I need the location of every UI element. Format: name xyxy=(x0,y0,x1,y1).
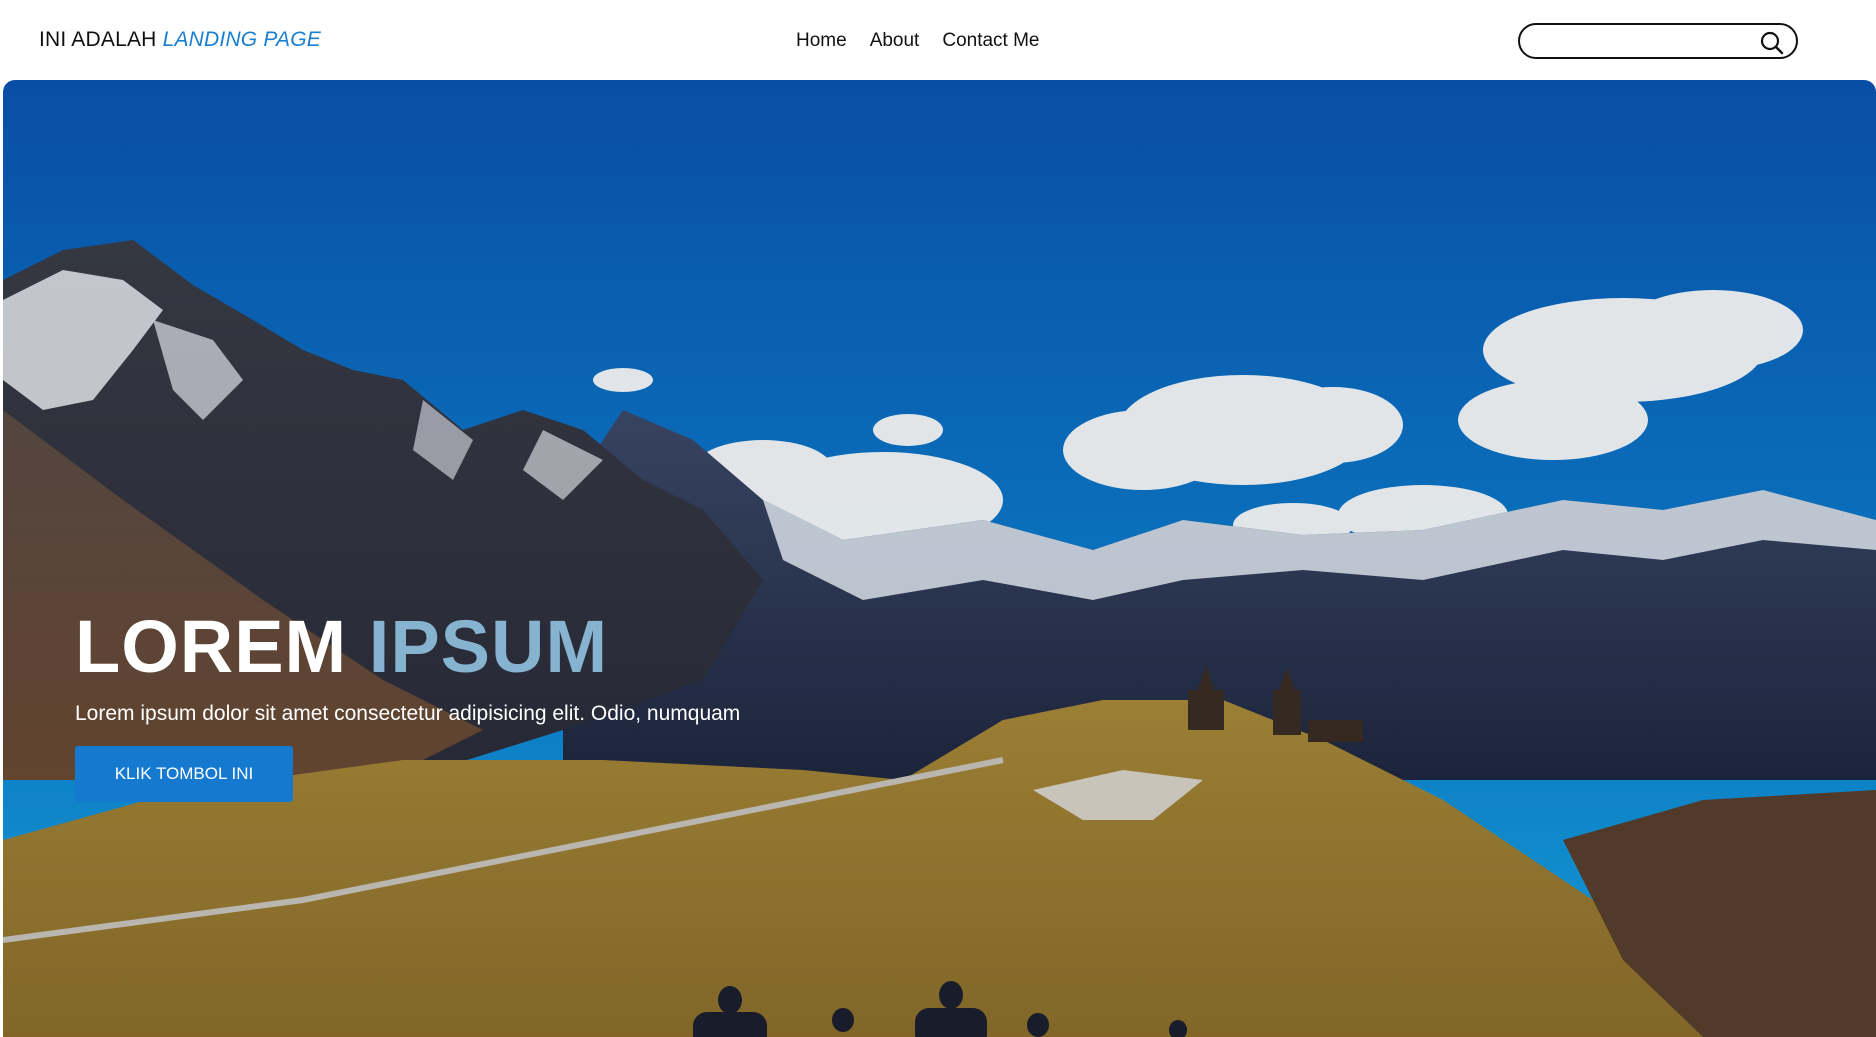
hero-subtitle: Lorem ipsum dolor sit amet consectetur a… xyxy=(75,702,741,725)
hero-title-word-2: IPSUM xyxy=(368,605,609,688)
cta-button[interactable]: KLIK TOMBOL INI xyxy=(75,746,293,802)
hero-title-word-1: LOREM xyxy=(75,605,348,688)
navbar: INI ADALAH LANDING PAGE Home About Conta… xyxy=(0,0,1876,80)
brand-logo[interactable]: INI ADALAH LANDING PAGE xyxy=(39,28,321,52)
hero-background-image xyxy=(3,80,1876,1037)
hero-title: LOREM IPSUM xyxy=(75,610,740,684)
search-box xyxy=(1518,23,1798,59)
brand-prefix: INI ADALAH xyxy=(39,28,157,51)
hero-content: LOREM IPSUM Lorem ipsum dolor sit amet c… xyxy=(75,610,741,802)
nav-link-contact[interactable]: Contact Me xyxy=(942,30,1039,52)
nav-link-about[interactable]: About xyxy=(870,30,920,52)
hero-section: LOREM IPSUM Lorem ipsum dolor sit amet c… xyxy=(3,80,1876,1037)
brand-accent: LANDING PAGE xyxy=(162,28,321,51)
search-icon[interactable] xyxy=(1760,31,1784,55)
main-nav: Home About Contact Me xyxy=(796,30,1063,52)
nav-link-home[interactable]: Home xyxy=(796,30,847,52)
search-input[interactable] xyxy=(1534,30,1748,54)
